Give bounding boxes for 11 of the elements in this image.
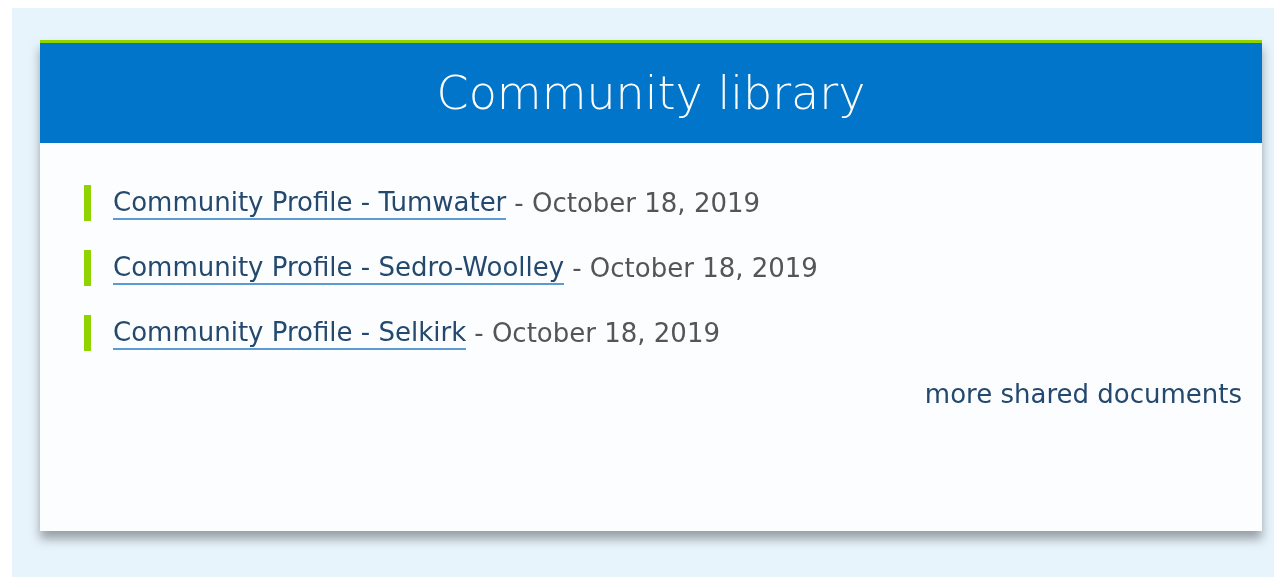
- document-date: - October 18, 2019: [572, 251, 818, 285]
- list-marker: [84, 250, 91, 286]
- list-marker: [84, 315, 91, 351]
- document-link[interactable]: Community Profile - Tumwater: [113, 186, 507, 220]
- document-link[interactable]: Community Profile - Sedro-Woolley: [113, 251, 565, 285]
- more-documents-link[interactable]: more shared documents: [924, 375, 1242, 414]
- document-link[interactable]: Community Profile - Selkirk: [113, 316, 467, 350]
- document-date: - October 18, 2019: [474, 316, 720, 350]
- list-marker: [84, 185, 91, 221]
- panel-title: Community library: [436, 64, 866, 122]
- document-date: - October 18, 2019: [514, 186, 761, 220]
